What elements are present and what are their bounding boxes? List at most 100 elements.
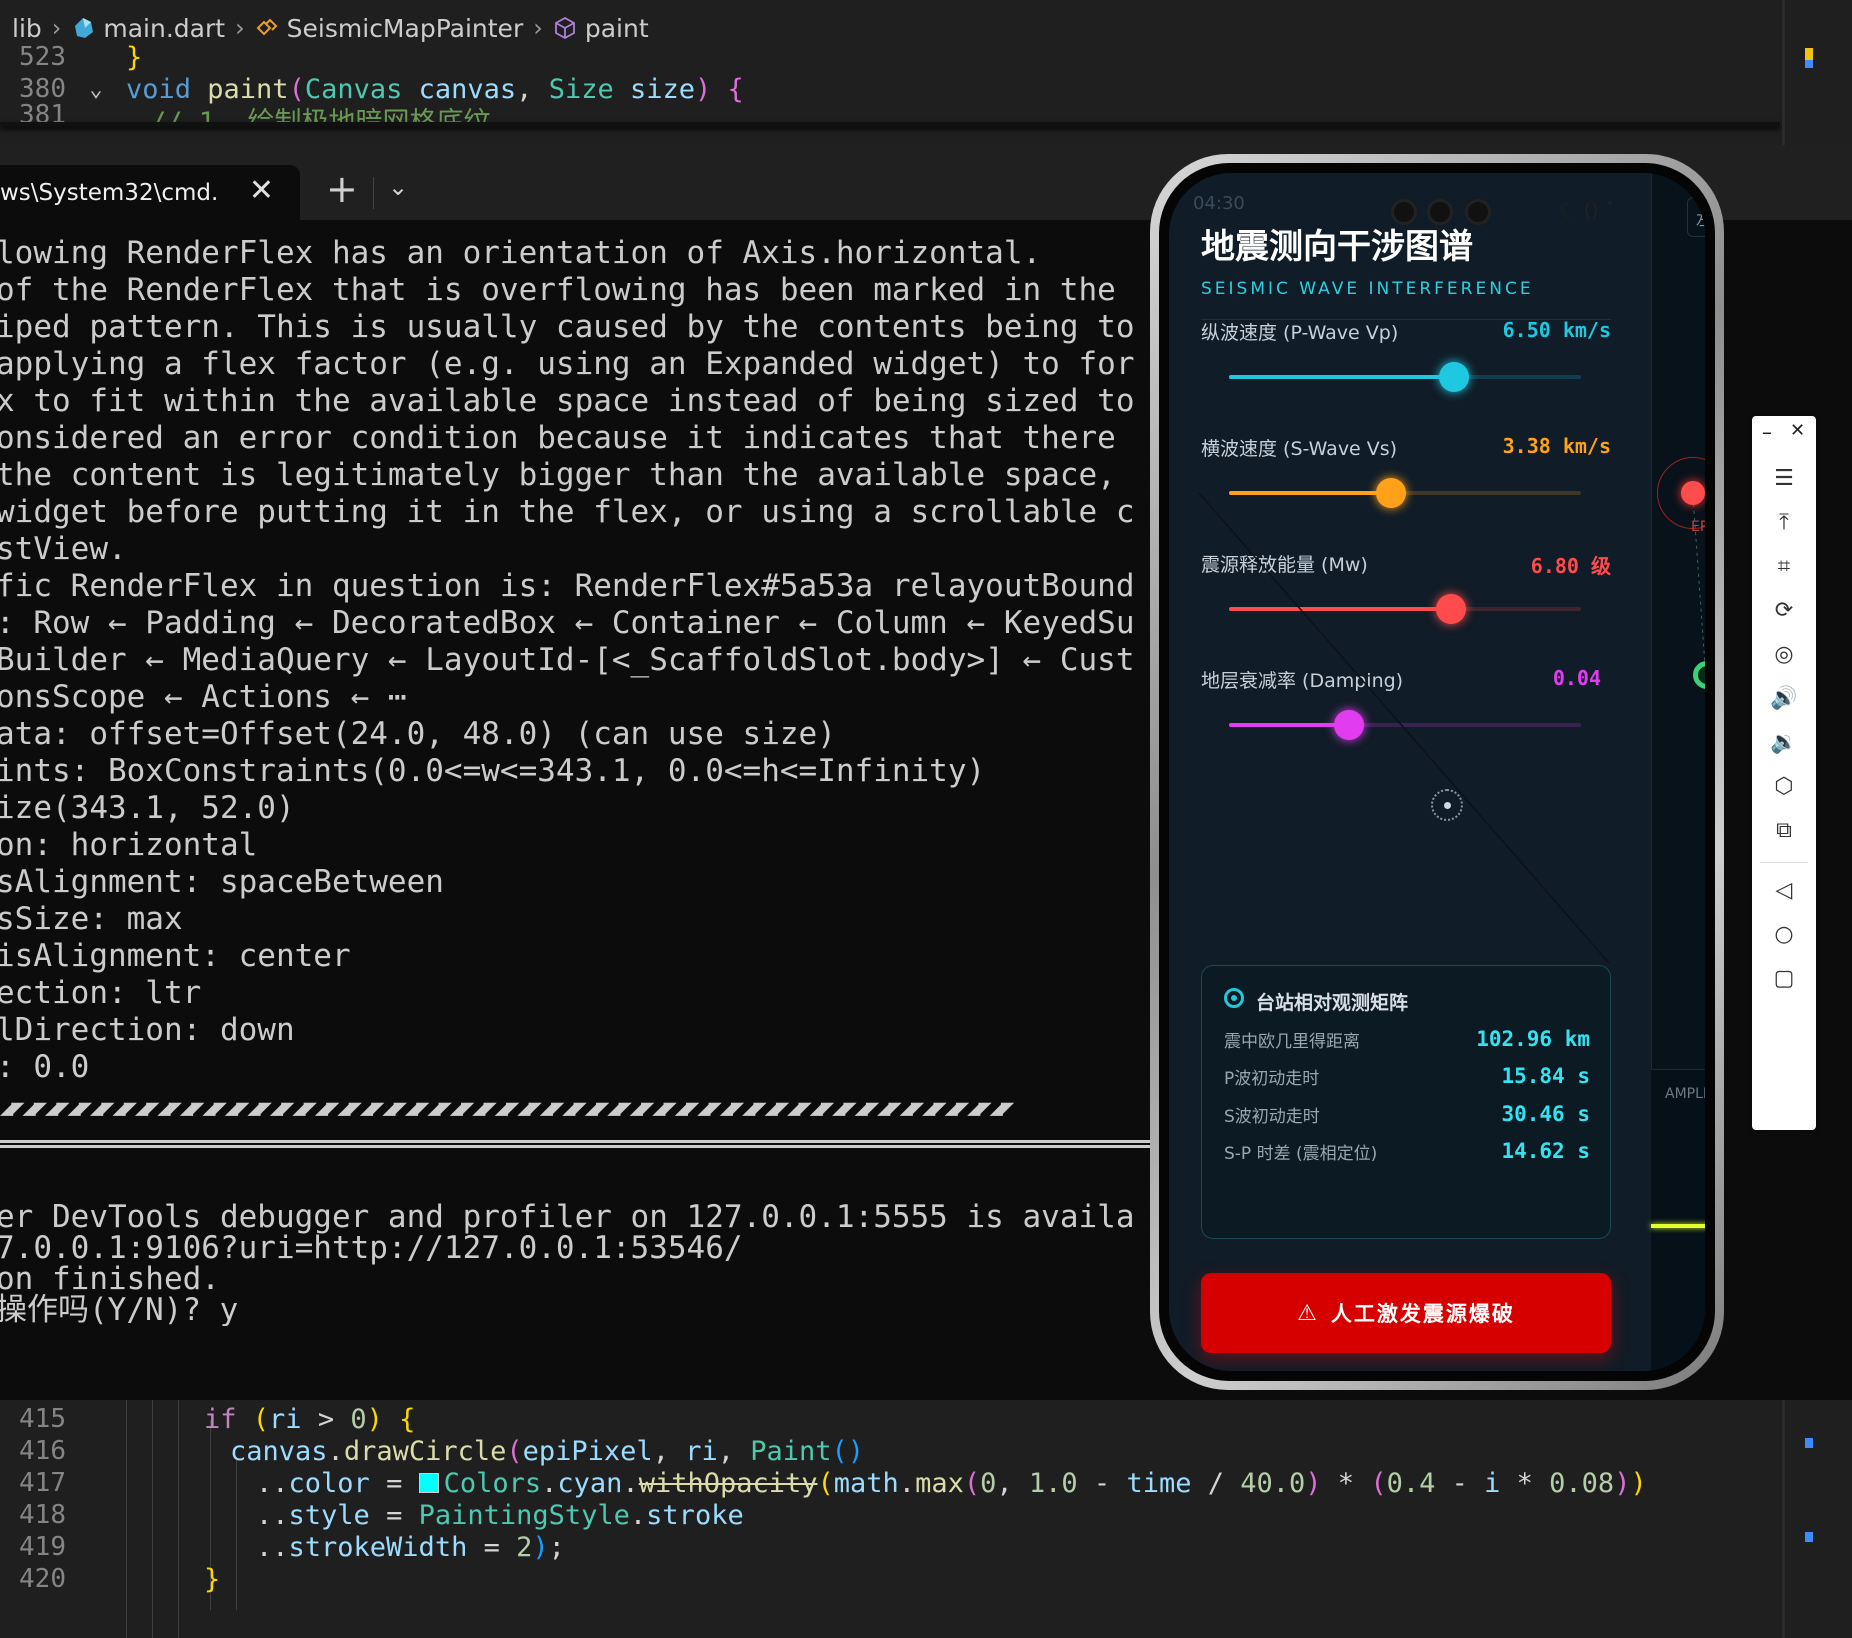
terminal-line: ata: offset=Offset(24.0, 48.0) (can use …: [0, 716, 836, 752]
amplitude-label: AMPLITU: [1665, 1086, 1705, 1102]
volume-down-icon[interactable]: 🔉: [1752, 720, 1816, 764]
divider: [373, 177, 374, 209]
control-panel: 04:30 ☾ ⟨⟩ ˟ 地震测向干涉图谱 SEISMIC WAVE INTER…: [1169, 173, 1651, 1371]
terminal-tab[interactable]: ws\System32\cmd.e ✕: [0, 165, 300, 220]
terminal-line: stView.: [0, 531, 127, 567]
matrix-row: 震中欧几里得距离 102.96 km: [1224, 1027, 1590, 1052]
dart-icon: [71, 16, 95, 40]
chevron-down-icon[interactable]: ⌄: [388, 173, 408, 201]
code-line-420[interactable]: 420}: [0, 1560, 220, 1598]
terminal-line: ints: BoxConstraints(0.0<=w<=343.1, 0.0<…: [0, 753, 986, 789]
slider-thumb[interactable]: [1435, 594, 1466, 624]
screens-icon[interactable]: ⧉: [1752, 808, 1816, 852]
crop-icon[interactable]: ⌗: [1752, 544, 1816, 588]
slider[interactable]: [1229, 594, 1581, 624]
waveform-line: [1651, 1224, 1705, 1228]
terminal-line: sSize: max: [0, 901, 183, 937]
line-number: 381: [19, 100, 66, 124]
line-number: 523: [19, 42, 66, 72]
terminal-output[interactable]: lowing RenderFlex has an orientation of …: [0, 235, 1150, 1086]
slider-value: 0.04: [1552, 666, 1601, 690]
terminal-line: widget before putting it in the flex, or…: [0, 494, 1135, 530]
terminal-separator-line: [0, 1140, 1150, 1148]
slider-thumb[interactable]: [1439, 362, 1470, 392]
back-icon[interactable]: ◁: [1752, 868, 1816, 912]
volume-up-icon[interactable]: 🔊: [1752, 676, 1816, 720]
slider-thumb[interactable]: [1333, 710, 1364, 740]
close-button[interactable]: ✕: [1790, 420, 1805, 441]
scrollbar[interactable]: [1782, 1400, 1785, 1638]
matrix-row: P波初动走时 15.84 s: [1224, 1064, 1590, 1089]
blast-button-label: 人工激发震源爆破: [1330, 1302, 1515, 1326]
line-number: 415: [19, 1404, 66, 1434]
chevron-right-icon: ›: [533, 14, 543, 42]
tab-title: ws\System32\cmd.e: [0, 179, 218, 206]
terminal-output[interactable]: er DevTools debugger and profiler on 127…: [0, 1202, 1150, 1326]
home-icon[interactable]: ○: [1752, 912, 1816, 956]
blast-button[interactable]: ⚠ 人工激发震源爆破: [1201, 1273, 1611, 1353]
terminal-line: ize(343.1, 52.0): [0, 790, 295, 826]
slider-label: 地层衰减率 (Damping): [1201, 670, 1404, 692]
terminal-line: fic RenderFlex in question is: RenderFle…: [0, 568, 1135, 604]
phone-screen[interactable]: 04:30 ☾ ⟨⟩ ˟ 地震测向干涉图谱 SEISMIC WAVE INTER…: [1169, 173, 1705, 1371]
terminal-line: isAlignment: center: [0, 938, 351, 974]
card-title: 台站相对观测矩阵: [1256, 992, 1409, 1014]
terminal-line: iped pattern. This is usually caused by …: [0, 309, 1135, 345]
slider-value: 6.80 级: [1530, 554, 1611, 578]
breadcrumb-method[interactable]: paint: [585, 14, 649, 43]
slider[interactable]: [1229, 478, 1581, 508]
map-mode-chip[interactable]: 左键: [1687, 197, 1705, 237]
phone-emulator: 04:30 ☾ ⟨⟩ ˟ 地震测向干涉图谱 SEISMIC WAVE INTER…: [1150, 154, 1724, 1390]
slider[interactable]: [1229, 710, 1581, 740]
terminal-line: lDirection: down: [0, 1012, 295, 1048]
terminal-line: on finished.: [0, 1261, 220, 1297]
target-icon: [1224, 988, 1244, 1008]
terminal-line: ection: ltr: [0, 975, 202, 1011]
editor-top: lib › main.dart › SeismicMapPainter › pa…: [0, 0, 1852, 145]
close-icon[interactable]: ✕: [249, 175, 274, 207]
minimize-button[interactable]: –: [1762, 420, 1772, 444]
terminal-line: lowing RenderFlex has an orientation of …: [0, 235, 1042, 271]
epicenter-marker[interactable]: [1681, 481, 1705, 505]
slider-value: 3.38 km/s: [1502, 434, 1611, 458]
editor-bottom[interactable]: 415 if (ri > 0) { 416 canvas. drawCircle(ep…: [0, 1400, 1852, 1638]
amplitude-panel: [1651, 1069, 1705, 1371]
new-tab-button[interactable]: +: [326, 167, 358, 211]
class-icon: [255, 16, 279, 40]
overview-icon[interactable]: ▢: [1752, 956, 1816, 1000]
page-subtitle: SEISMIC WAVE INTERFERENCE: [1201, 279, 1534, 299]
gyro-dial-icon[interactable]: [1431, 789, 1463, 821]
emulator-toolbar: – ✕ ☰ ⤒ ⌗ ⟳ ◎ 🔊 🔉 ⬡ ⧉ ◁ ○ ▢: [1752, 416, 1816, 1130]
slider-label: 横波速度 (S-Wave Vs): [1201, 438, 1398, 460]
slider-value: 6.50 km/s: [1502, 318, 1611, 342]
shake-icon[interactable]: ⬡: [1752, 764, 1816, 808]
terminal-line: Builder ← MediaQuery ← LayoutId-[<_Scaff…: [0, 642, 1135, 678]
slider-label: 震源释放能量 (Mw): [1201, 554, 1368, 576]
method-icon: [553, 16, 577, 40]
matrix-row: S波初动走时 30.46 s: [1224, 1102, 1590, 1127]
matrix-row: S-P 时差 (震相定位) 14.62 s: [1224, 1139, 1590, 1164]
slider-fill: [1229, 375, 1455, 379]
minimap-marker: [1805, 60, 1813, 68]
target-icon[interactable]: ◎: [1752, 632, 1816, 676]
breadcrumb-class[interactable]: SeismicMapPainter: [287, 14, 524, 43]
fold-chevron-icon[interactable]: ⌄: [66, 77, 126, 102]
terminal-separator-pattern: ◢◤◢◤◢◤◢◤◢◤◢◤◢◤◢◤◢◤◢◤◢◤◢◤◢◤◢◤◢◤◢◤◢◤◢◤◢◤◢◤…: [0, 1098, 1014, 1120]
terminal-line: the content is legitimately bigger than …: [0, 457, 1116, 493]
warning-icon: ⚠: [1297, 1300, 1319, 1326]
line-number: 417: [19, 1468, 66, 1498]
menu-icon[interactable]: ☰: [1752, 456, 1816, 500]
scrollbar[interactable]: [1782, 0, 1785, 145]
code-line-381[interactable]: 381 // 1. 绘制极地暗网格底纹: [0, 100, 491, 124]
color-swatch[interactable]: [418, 1473, 439, 1493]
slider[interactable]: [1229, 362, 1581, 392]
pin-top-icon[interactable]: ⤒: [1752, 500, 1816, 544]
terminal-line: applying a flex factor (e.g. using an Ex…: [0, 346, 1135, 382]
rotate-icon[interactable]: ⟳: [1752, 588, 1816, 632]
line-number: 419: [19, 1532, 66, 1562]
seismic-map[interactable]: 左键 EPIC AMPLITU: [1651, 173, 1705, 1371]
line-number: 418: [19, 1500, 66, 1530]
divider: [1760, 862, 1808, 863]
slider-thumb[interactable]: [1375, 478, 1406, 508]
terminal-line: onsScope ← Actions ← ⋯: [0, 679, 407, 715]
